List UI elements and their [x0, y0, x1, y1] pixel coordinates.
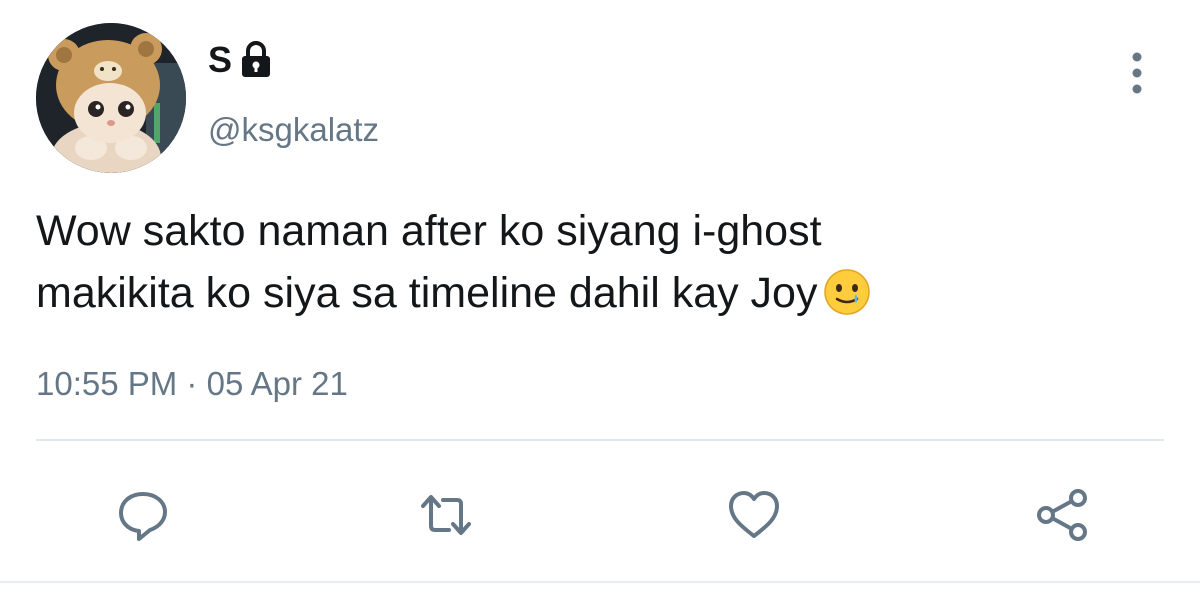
user-handle[interactable]: @ksgkalatz — [208, 110, 379, 150]
tweet-text-line-2: makikita ko siya sa timeline dahil kay J… — [36, 269, 818, 317]
share-button[interactable] — [1028, 480, 1098, 550]
display-name-row: S — [208, 38, 272, 82]
reply-icon — [119, 492, 167, 541]
smiling-face-with-tear-emoji-icon — [823, 268, 871, 316]
display-name[interactable]: S — [208, 38, 232, 82]
avatar-cat-icon — [36, 23, 186, 173]
divider — [36, 439, 1164, 441]
tweet-text-line-1: Wow sakto naman after ko siyang i-ghost — [36, 207, 822, 255]
lock-icon — [240, 41, 272, 79]
like-button[interactable] — [719, 480, 789, 550]
reply-button[interactable] — [108, 480, 178, 550]
action-bar — [0, 480, 1200, 550]
share-icon — [1037, 489, 1087, 541]
bottom-divider — [0, 581, 1200, 583]
tweet-text: Wow sakto naman after ko siyang i-ghost … — [36, 200, 1156, 324]
tweet-time: 10:55 PM — [36, 365, 178, 402]
tweet-date: 05 Apr 21 — [206, 365, 348, 402]
tweet-timestamp[interactable]: 10:55 PM · 05 Apr 21 — [36, 362, 348, 406]
more-options-icon[interactable] — [1122, 50, 1152, 96]
retweet-button[interactable] — [411, 480, 481, 550]
retweet-icon — [421, 495, 471, 535]
tweet-card: S @ksgkalatz Wow sakto naman after ko si… — [0, 0, 1200, 600]
avatar[interactable] — [36, 23, 186, 173]
heart-icon — [729, 491, 779, 538]
timestamp-separator: · — [186, 365, 198, 402]
